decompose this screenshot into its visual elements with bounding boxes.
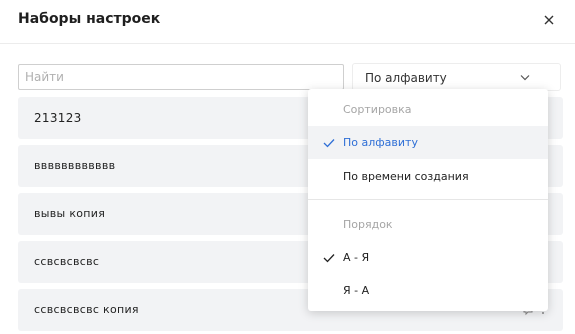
preset-name: 213123 xyxy=(34,111,82,125)
chevron-down-icon xyxy=(520,75,530,81)
check-icon xyxy=(323,254,335,263)
preset-name: ссвсвсвсвс копия xyxy=(34,303,139,316)
search-input[interactable] xyxy=(18,64,344,90)
sort-select[interactable]: По алфавиту xyxy=(352,63,561,91)
menu-item-label: А - Я xyxy=(343,251,370,264)
menu-item-order-asc[interactable]: А - Я xyxy=(308,241,548,274)
menu-item-order-desc[interactable]: Я - А xyxy=(308,274,548,307)
check-icon xyxy=(323,139,335,148)
sort-section-header: Сортировка xyxy=(343,103,412,116)
preset-name: вввввввввввв xyxy=(34,159,116,172)
preset-name: вывы копия xyxy=(34,207,106,220)
menu-item-label: По времени создания xyxy=(343,170,469,183)
sort-dropdown-menu: Сортировка По алфавиту По времени создан… xyxy=(308,89,548,311)
dialog-title: Наборы настроек xyxy=(18,11,161,27)
menu-item-label: Я - А xyxy=(343,284,370,297)
menu-item-sort-created[interactable]: По времени создания xyxy=(308,160,548,193)
dialog-header: Наборы настроек xyxy=(0,0,575,44)
sort-select-value: По алфавиту xyxy=(365,71,447,85)
close-icon[interactable] xyxy=(541,12,557,28)
order-section-header: Порядок xyxy=(343,218,393,231)
preset-name: ссвсвсвсвс xyxy=(34,255,100,268)
menu-item-label: По алфавиту xyxy=(343,136,418,149)
menu-item-sort-alphabet[interactable]: По алфавиту xyxy=(308,126,548,159)
menu-divider xyxy=(308,199,548,200)
